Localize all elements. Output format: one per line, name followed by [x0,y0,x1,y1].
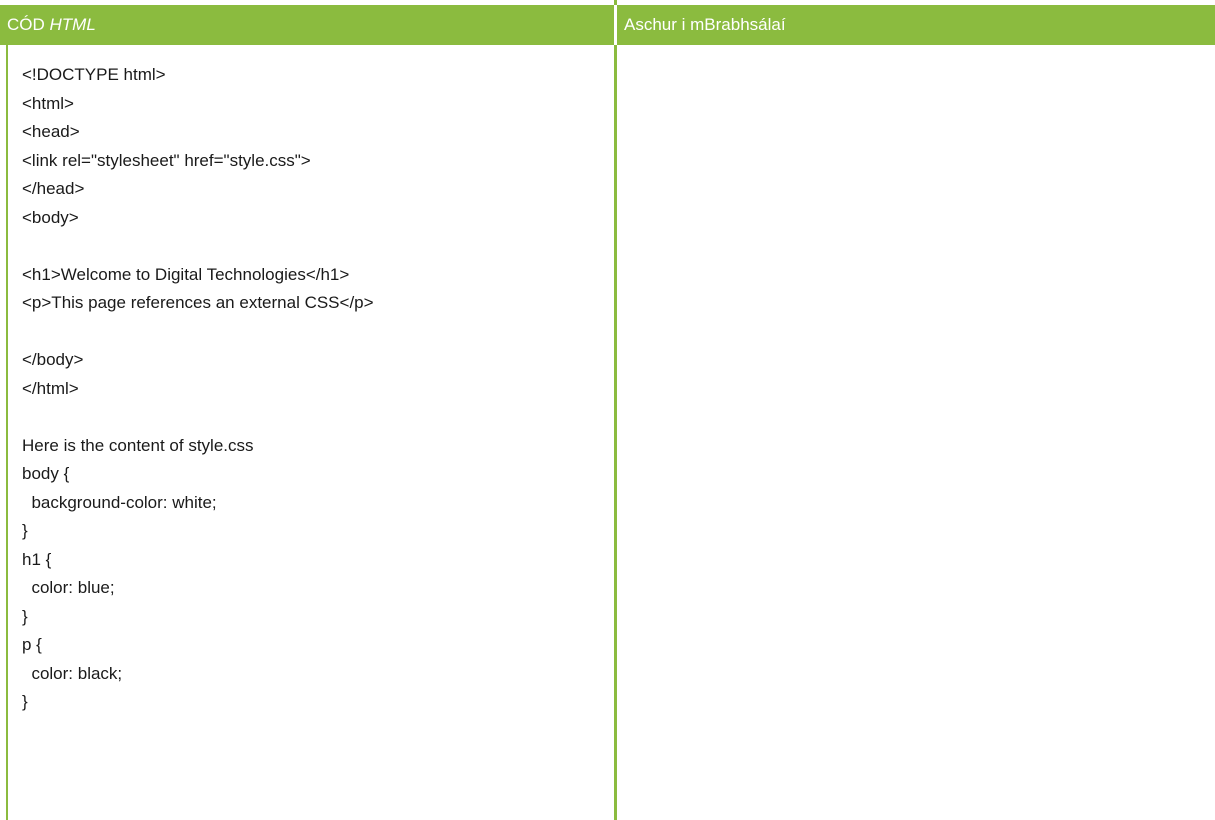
code-header-label-italic: HTML [49,15,96,34]
code-line: </head> [22,179,85,198]
code-line: } [22,606,28,626]
browser-output-area [617,45,1215,820]
code-output-table: CÓD HTML Aschur i mBrabhsálaí <!DOCTYPE … [0,0,1215,820]
code-line: <link rel="stylesheet" href="style.css"> [22,150,311,170]
code-line: } [22,521,28,540]
code-header-label: CÓD [7,15,50,34]
code-line: <p>This page references an external CSS<… [22,293,374,312]
code-line: <!DOCTYPE html> [22,65,166,84]
code-line: <h1>Welcome to Digital Technologies</h1> [22,264,350,284]
code-line: color: black; [22,663,123,683]
code-line: p { [22,635,42,654]
code-line: <html> [22,93,74,113]
code-line: background-color: white; [22,492,217,512]
code-line: } [22,692,28,711]
code-line: body { [22,464,70,483]
code-line: </body> [22,350,84,369]
table-header-row: CÓD HTML Aschur i mBrabhsálaí [0,5,1215,45]
code-line: </html> [22,378,79,398]
left-border [6,45,8,820]
output-column-header: Aschur i mBrabhsálaí [624,15,786,34]
code-line: Here is the content of style.css [22,435,254,455]
header-separator [614,5,617,45]
code-line: <head> [22,122,80,141]
code-line: h1 { [22,549,52,569]
code-column-header: CÓD HTML [0,5,614,45]
code-line: color: blue; [22,578,115,597]
code-line: <body> [22,207,79,227]
code-block: <!DOCTYPE html> <html> <head> <link rel="st… [22,61,607,717]
